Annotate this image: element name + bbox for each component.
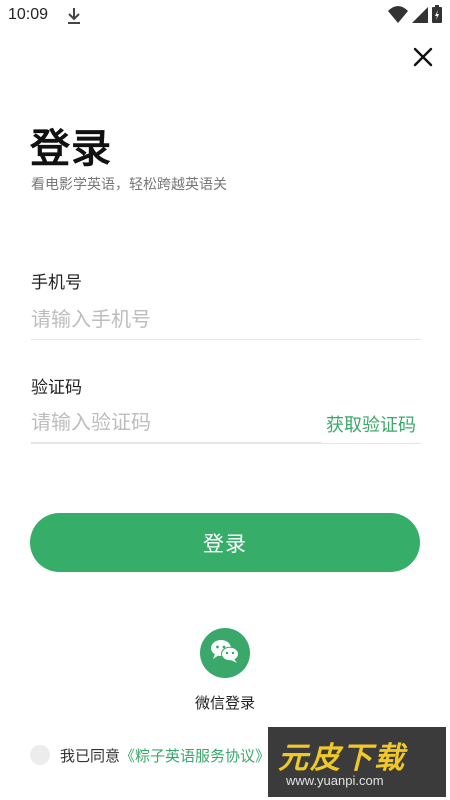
watermark-title: 元皮下载 [278, 741, 406, 776]
status-time: 10:09 [8, 6, 49, 23]
code-label: 验证码 [31, 378, 82, 398]
download-icon [66, 6, 82, 26]
phone-label: 手机号 [31, 273, 82, 293]
wechat-login-label: 微信登录 [194, 694, 255, 712]
status-bar: 10:09 [0, 0, 450, 32]
wifi-icon [388, 5, 408, 27]
status-icons [388, 5, 442, 27]
code-input[interactable] [31, 401, 321, 443]
wechat-login-button[interactable] [200, 628, 250, 678]
wechat-icon [210, 638, 240, 668]
page-subtitle: 看电影学英语，轻松跨越英语关 [31, 177, 227, 193]
page-title: 登录 [30, 126, 112, 172]
close-button[interactable] [410, 44, 436, 70]
watermark-url: www.yuanpi.com [286, 773, 384, 788]
get-code-button[interactable]: 获取验证码 [326, 411, 416, 437]
watermark: 元皮下载 www.yuanpi.com [268, 727, 446, 797]
agreement-row: 我已同意 《粽子英语服务协议》 [30, 744, 270, 766]
code-divider [31, 443, 421, 444]
login-button[interactable]: 登录 [30, 513, 420, 572]
signal-icon [412, 5, 428, 27]
close-icon [410, 47, 436, 74]
agreement-checkbox[interactable] [30, 745, 50, 765]
agreement-text: 我已同意 [60, 746, 121, 765]
agreement-link[interactable]: 《粽子英语服务协议》 [120, 745, 270, 766]
phone-input[interactable] [31, 298, 421, 340]
battery-icon [432, 5, 442, 27]
